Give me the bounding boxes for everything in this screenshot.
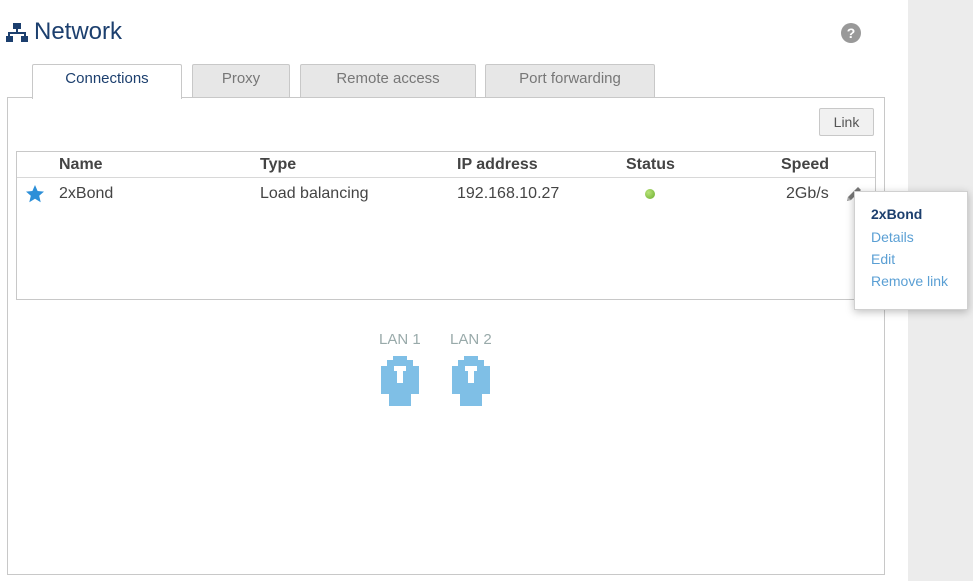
network-icon: [6, 23, 28, 42]
menu-item-edit[interactable]: Edit: [871, 248, 967, 270]
port-label: LAN 2: [450, 331, 492, 348]
connection-context-menu: 2xBond Details Edit Remove link: [854, 191, 968, 310]
column-header-status[interactable]: Status: [626, 156, 675, 174]
status-indicator-icon: [645, 189, 655, 199]
connections-panel: Link Name Type IP address Status Speed 2…: [7, 97, 885, 575]
ethernet-port-icon: [380, 356, 419, 406]
tab-connections[interactable]: Connections: [32, 64, 182, 99]
column-header-speed[interactable]: Speed: [781, 156, 829, 174]
port-label: LAN 1: [379, 331, 421, 348]
context-menu-title: 2xBond: [871, 206, 923, 222]
help-icon[interactable]: ?: [841, 23, 861, 43]
connections-table: Name Type IP address Status Speed 2xBond…: [16, 151, 876, 300]
menu-item-details[interactable]: Details: [871, 226, 967, 248]
tab-remote-access[interactable]: Remote access: [300, 64, 476, 98]
link-button[interactable]: Link: [819, 108, 874, 136]
tab-proxy[interactable]: Proxy: [192, 64, 290, 98]
table-header: Name Type IP address Status Speed: [17, 152, 875, 178]
star-icon[interactable]: [25, 184, 45, 204]
connection-name: 2xBond: [59, 185, 114, 202]
connection-ip: 192.168.10.27: [457, 185, 560, 202]
ethernet-port-icon: [451, 356, 490, 406]
page-title: Network: [6, 16, 122, 48]
port-lan-1: LAN 1: [379, 331, 421, 406]
page-title-text: Network: [34, 18, 123, 45]
connection-speed: 2Gb/s: [786, 185, 829, 202]
menu-item-remove-link[interactable]: Remove link: [871, 270, 967, 292]
port-lan-2: LAN 2: [450, 331, 492, 406]
table-row[interactable]: 2xBond Load balancing 192.168.10.27 2Gb/…: [17, 179, 875, 209]
column-header-type[interactable]: Type: [260, 156, 296, 174]
tab-port-forwarding[interactable]: Port forwarding: [485, 64, 655, 98]
column-header-name[interactable]: Name: [59, 156, 103, 174]
connection-type: Load balancing: [260, 185, 369, 202]
column-header-ip-address[interactable]: IP address: [457, 156, 538, 174]
